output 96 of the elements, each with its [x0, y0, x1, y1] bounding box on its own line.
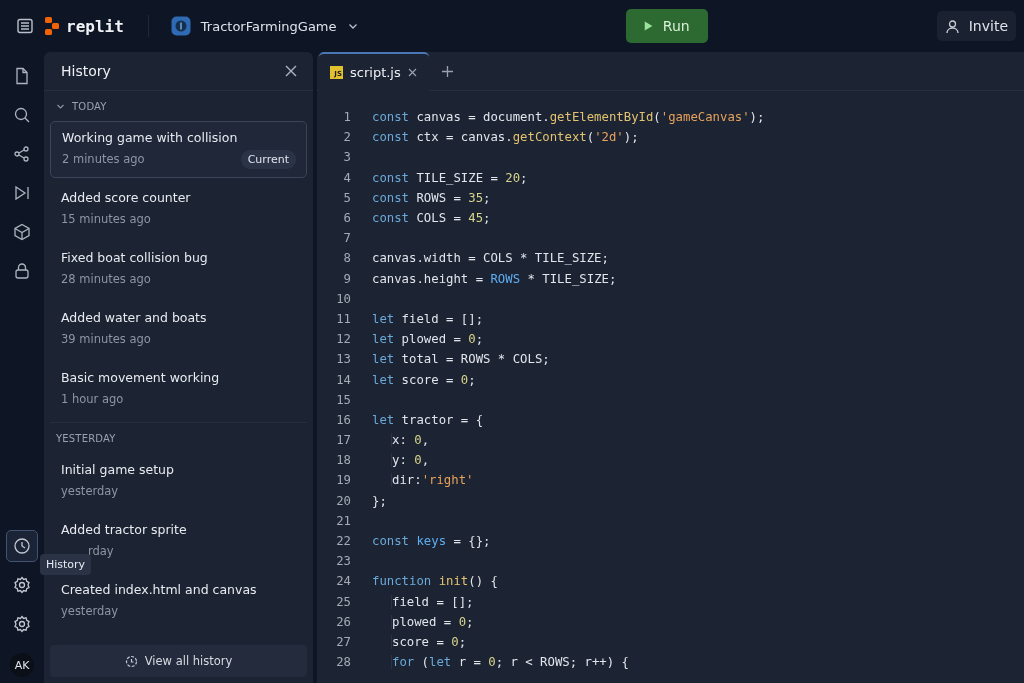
- current-badge: Current: [240, 149, 296, 169]
- history-entry[interactable]: Added score counter: [61, 190, 191, 205]
- line-number: 1: [342, 110, 351, 125]
- code-line: let field = [];: [372, 311, 484, 326]
- code-line: dir:'right': [391, 473, 474, 488]
- history-entry[interactable]: Basic movement working: [61, 370, 220, 385]
- settings-icon: [13, 576, 31, 594]
- history-entry[interactable]: Fixed boat collision bug: [61, 250, 208, 265]
- logo-icon: [44, 16, 60, 36]
- code-line: const COLS = 45;: [372, 211, 491, 226]
- code-line: score = 0;: [391, 634, 467, 649]
- code-line: const keys = {};: [372, 534, 491, 549]
- user-icon: [944, 18, 960, 34]
- code-line: let tractor = {: [372, 412, 484, 427]
- line-number: 3: [342, 150, 351, 165]
- play-icon: [13, 184, 31, 202]
- entry-title: Working game with collision: [62, 130, 238, 145]
- code-line: const TILE_SIZE = 20;: [372, 170, 528, 185]
- tooltip: History: [40, 554, 92, 575]
- file-icon: [13, 67, 31, 85]
- entry-time: 28 minutes ago: [61, 272, 151, 286]
- line-number: 7: [342, 231, 351, 246]
- add-tab-icon[interactable]: [440, 64, 454, 78]
- clock-icon: [13, 537, 31, 555]
- entry-time: yesterday: [61, 484, 119, 498]
- line-number: 4: [342, 170, 351, 185]
- code-line: canvas.width = COLS * TILE_SIZE;: [372, 251, 609, 266]
- code-line: let total = ROWS * COLS;: [372, 352, 550, 367]
- search-icon: [13, 106, 31, 124]
- line-number: 13: [335, 352, 351, 367]
- line-number: 23: [335, 554, 351, 569]
- cube-icon: [13, 223, 31, 241]
- line-number: 14: [335, 372, 351, 387]
- code-line: let score = 0;: [372, 372, 476, 387]
- line-number: 8: [342, 251, 351, 266]
- project-name[interactable]: TractorFarmingGame: [200, 18, 337, 34]
- code-line: const canvas = document.getElementById('gameCanvas');: [372, 110, 765, 125]
- line-number: 17: [335, 433, 351, 448]
- line-number: 22: [335, 534, 351, 549]
- lock-icon: [13, 262, 31, 280]
- line-number: 24: [335, 574, 351, 589]
- close-icon[interactable]: [285, 65, 297, 77]
- entry-time: yesterday: [61, 604, 119, 618]
- group-label: TODAY: [72, 100, 107, 112]
- code-line: function init() {: [372, 574, 498, 589]
- code-line: y: 0,: [391, 453, 430, 468]
- line-number: 26: [335, 614, 351, 629]
- logo-text: replit: [66, 16, 124, 36]
- group-label: YESTERDAY: [56, 432, 116, 444]
- line-number: 6: [342, 211, 351, 226]
- view-all-history-button[interactable]: View all history: [50, 645, 307, 677]
- line-number: 15: [335, 392, 351, 407]
- project-icon: [170, 16, 191, 36]
- line-number: 18: [335, 453, 351, 468]
- nodes-icon: [13, 145, 31, 163]
- play-icon: [643, 19, 653, 33]
- code-line: };: [372, 493, 387, 508]
- line-number: 10: [335, 291, 351, 306]
- history-entry[interactable]: Initial game setup: [61, 462, 174, 477]
- history-entry[interactable]: Added tractor sprite: [61, 522, 187, 537]
- history-entry[interactable]: Created index.html and canvas: [61, 582, 257, 597]
- entry-time: 1 hour ago: [61, 392, 124, 406]
- line-number: 27: [335, 634, 351, 649]
- line-number: 21: [335, 513, 351, 528]
- user-avatar[interactable]: AK: [10, 653, 34, 677]
- history-entry[interactable]: Added water and boats: [61, 310, 207, 325]
- close-icon[interactable]: [407, 67, 417, 77]
- entry-time: 39 minutes ago: [61, 332, 151, 346]
- line-number: 9: [342, 271, 351, 286]
- line-number: 2: [342, 130, 351, 145]
- line-number: 19: [335, 473, 351, 488]
- entry-time: 2 minutes ago: [62, 152, 145, 166]
- code-line: const ROWS = 35;: [372, 190, 491, 205]
- code-line: let plowed = 0;: [372, 332, 484, 347]
- code-line: x: 0,: [391, 433, 430, 448]
- line-number: 28: [335, 655, 351, 670]
- code-line: plowed = 0;: [391, 614, 474, 629]
- code-line: for (let r = 0; r < ROWS; r++) {: [391, 655, 629, 670]
- history-entry[interactable]: Working game with collision 2 minutes ago Current: [50, 121, 307, 178]
- history-icon: [124, 654, 138, 668]
- invite-button[interactable]: Invite: [936, 11, 1016, 41]
- code-line: const ctx = canvas.getContext('2d');: [372, 130, 639, 145]
- code-line: field = [];: [391, 594, 474, 609]
- sidebar-tool-button[interactable]: [6, 530, 38, 562]
- line-number: 12: [335, 332, 351, 347]
- panel-title: History: [61, 63, 111, 79]
- code-line: canvas.height = ROWS * TILE_SIZE;: [372, 271, 617, 286]
- line-number: 11: [335, 311, 351, 326]
- line-number: 20: [335, 493, 351, 508]
- line-number: 25: [335, 594, 351, 609]
- settings-icon: [13, 615, 31, 633]
- menu-icon[interactable]: [16, 17, 34, 35]
- line-number: 5: [342, 190, 351, 205]
- line-number: 16: [335, 412, 351, 427]
- entry-time: 15 minutes ago: [61, 212, 151, 226]
- run-button[interactable]: Run: [625, 9, 708, 43]
